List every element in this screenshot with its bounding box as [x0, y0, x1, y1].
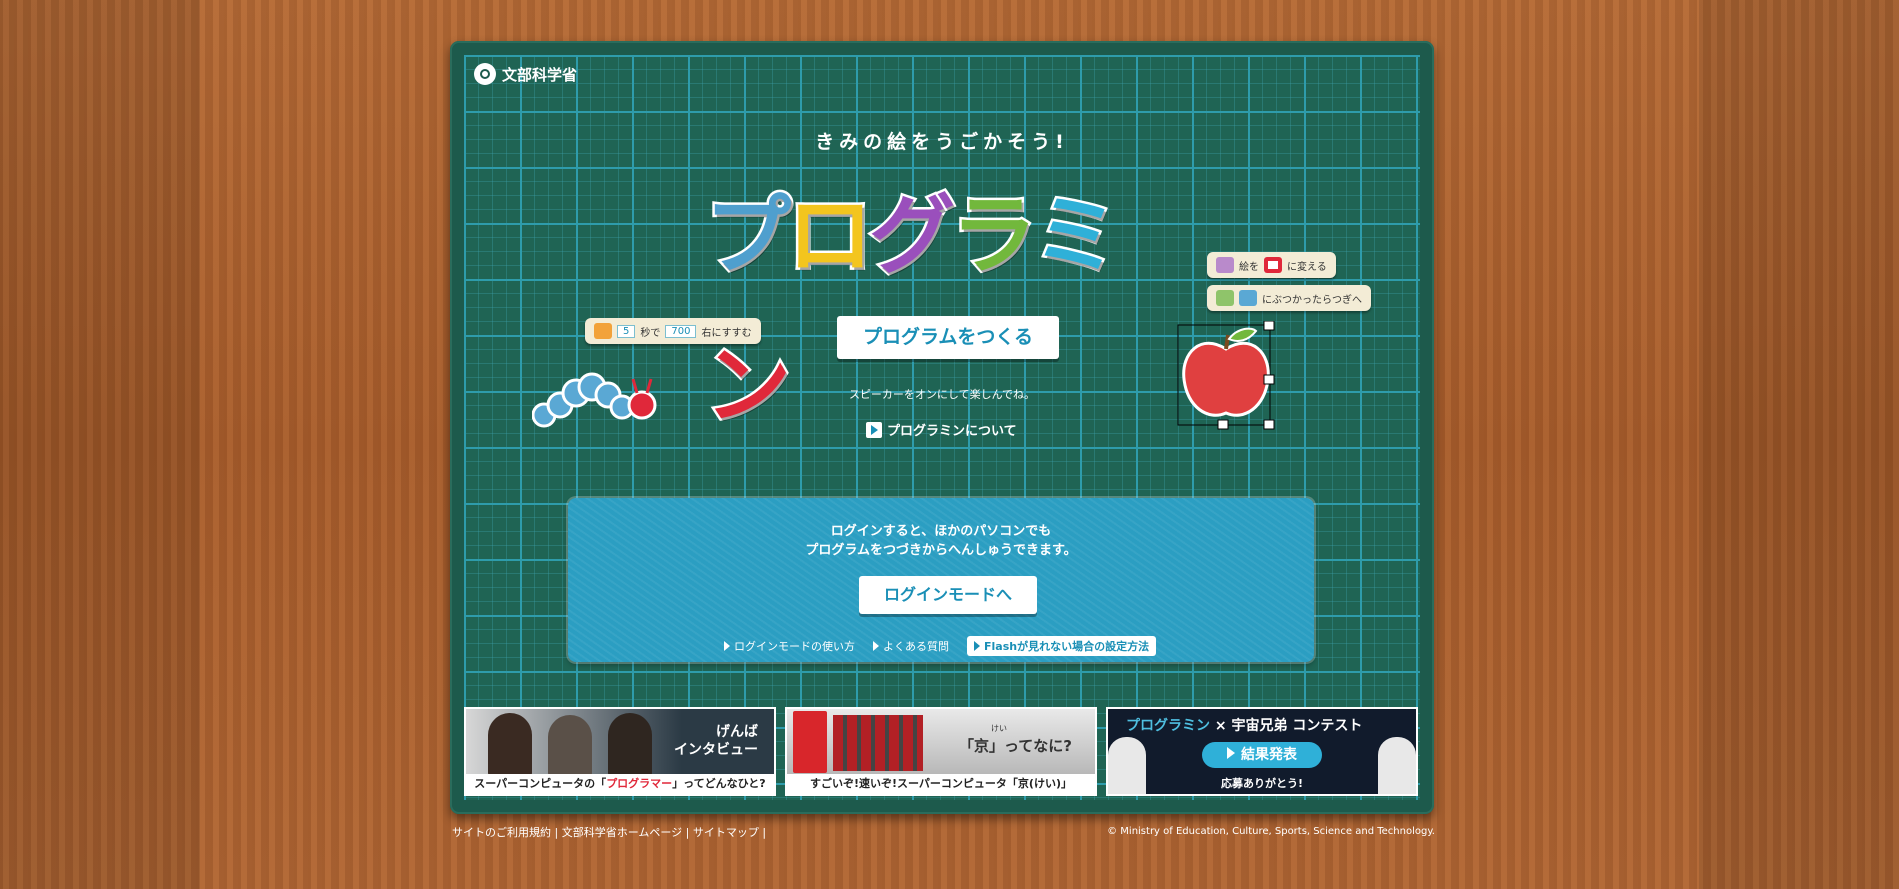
login-links: ログインモードの使い方 よくある質問 Flashが見れない場合の設定方法	[724, 636, 1157, 656]
interview-overlay: げんば インタビュー	[674, 724, 758, 758]
collide-suffix: にぶつかったらつぎへ	[1262, 294, 1362, 306]
contest-logo-text: プログラミン	[1126, 718, 1210, 734]
logo-char: プ	[703, 184, 794, 289]
sitemap-link[interactable]: サイトマップ	[693, 826, 759, 839]
apple-illustration	[1177, 321, 1275, 430]
move-seconds: 5	[617, 324, 636, 338]
caption-highlight: プログラマー	[606, 777, 673, 790]
ministry-home-link[interactable]: 文部科学省ホームページ	[562, 826, 682, 839]
apple-thumb-icon	[1264, 257, 1282, 273]
move-seconds-label: 秒で	[640, 327, 661, 339]
character-icon	[1216, 257, 1234, 273]
move-block: 5 秒で 700 右にすすむ	[585, 318, 761, 344]
footer-links: サイトのご利用規約 | 文部科学省ホームページ | サイトマップ |	[452, 826, 767, 839]
flash-settings-link[interactable]: Flashが見れない場合の設定方法	[967, 636, 1157, 656]
kei-banner[interactable]: けい 「京」ってなに? すごいぞ!速いぞ!スーパーコンピュータ「京(けい)」	[785, 707, 1097, 796]
contest-title: プログラミン × 宇宙兄弟 コンテスト	[1126, 715, 1362, 735]
ministry-name: 文部科学省	[502, 65, 578, 84]
caterpillar-thumb-icon	[1239, 290, 1257, 306]
results-button[interactable]: 結果発表	[1202, 742, 1322, 768]
change-prefix: 絵を	[1239, 261, 1259, 273]
login-howto-label: ログインモードの使い方	[734, 640, 855, 653]
logo-char: ラ	[949, 184, 1040, 289]
logo-char: グ	[867, 184, 958, 289]
kei-overlay: 「京」ってなに?	[959, 737, 1072, 755]
contest-thanks: 応募ありがとう!	[1220, 777, 1304, 790]
flash-settings-label: Flashが見れない場合の設定方法	[984, 640, 1150, 653]
login-panel: ログインすると、ほかのパソコンでも プログラムをつづきからへんしゅうできます。 …	[568, 498, 1314, 662]
kei-ruby: けい	[991, 724, 1007, 733]
wood-shade-left	[0, 0, 200, 889]
ministry-seal-icon	[474, 63, 496, 85]
results-button-label: 結果発表	[1241, 747, 1297, 763]
caption-text: スーパーコンピュータの「	[474, 777, 607, 790]
change-suffix: に変える	[1287, 261, 1327, 273]
kei-character	[793, 711, 827, 773]
faq-link[interactable]: よくある質問	[873, 638, 949, 654]
contest-x: ×	[1214, 718, 1227, 734]
caption-text: 」ってどんなひと?	[672, 777, 766, 790]
play-icon	[1227, 747, 1235, 759]
faq-label: よくある質問	[883, 640, 949, 653]
contest-banner[interactable]: プログラミン × 宇宙兄弟 コンテスト 結果発表 応募ありがとう!	[1106, 707, 1418, 796]
kei-caption: すごいぞ!速いぞ!スーパーコンピュータ「京(けい)」	[787, 774, 1095, 794]
arrow-right-icon	[866, 421, 882, 438]
ministry-logo[interactable]: 文部科学省	[474, 63, 577, 85]
move-distance: 700	[665, 324, 697, 338]
interview-banner[interactable]: げんば インタビュー スーパーコンピュータの「プログラマー」ってどんなひと?	[464, 707, 776, 796]
contest-name: 宇宙兄弟 コンテスト	[1231, 718, 1363, 734]
login-howto-link[interactable]: ログインモードの使い方	[724, 638, 855, 654]
create-program-button[interactable]: プログラムをつくる	[837, 316, 1059, 359]
copyright: © Ministry of Education, Culture, Sports…	[1107, 826, 1435, 837]
collide-block: にぶつかったらつぎへ	[1207, 285, 1371, 311]
change-picture-block: 絵を に変える	[1207, 252, 1336, 278]
login-mode-button[interactable]: ログインモードへ	[859, 576, 1037, 614]
server-racks	[833, 715, 923, 771]
interview-caption: スーパーコンピュータの「プログラマー」ってどんなひと?	[466, 774, 774, 794]
programin-logo: プログラミン	[703, 161, 1185, 439]
about-programin-link[interactable]: プログラミンについて	[866, 420, 1017, 439]
triangle-icon	[873, 641, 879, 651]
wood-shade-right	[1699, 0, 1899, 889]
triangle-icon	[974, 641, 980, 651]
flower-icon	[1216, 290, 1234, 306]
logo-char: ロ	[785, 184, 876, 289]
terms-link[interactable]: サイトのご利用規約	[452, 826, 551, 839]
tagline: きみの絵をうごかそう!	[815, 131, 1069, 153]
about-link-label: プログラミンについて	[887, 424, 1017, 439]
move-suffix: 右にすすむ	[701, 327, 752, 339]
logo-char: ミ	[1031, 184, 1122, 289]
speaker-note: スピーカーをオンにして楽しんでね。	[848, 388, 1036, 401]
cutting-mat-board: 文部科学省 きみの絵をうごかそう! プログラミン 5 秒で 700 右にすすむ …	[450, 41, 1434, 814]
researchers-photo	[480, 713, 670, 777]
login-description-line2: プログラムをつづきからへんしゅうできます。	[805, 543, 1077, 558]
login-description-line1: ログインすると、ほかのパソコンでも	[830, 524, 1052, 539]
move-block-icon	[594, 323, 612, 339]
triangle-icon	[724, 641, 730, 651]
